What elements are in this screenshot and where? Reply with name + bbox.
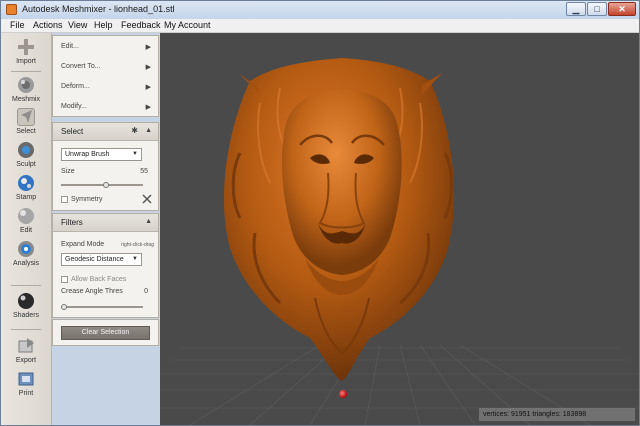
close-button[interactable]: ✕ [608,2,636,16]
action-deform[interactable]: Deform... [61,83,90,90]
shaders-sphere-icon [18,293,34,309]
chevron-down-icon: ▼ [132,151,138,157]
minimize-icon: ▁ [572,3,580,14]
edit-sphere-icon [18,208,34,224]
expand-mode-hint: right-click-drag [121,242,154,248]
clear-selection-button[interactable]: Clear Selection [61,326,150,340]
chevron-right-icon: ▶ [145,84,151,91]
menu-view[interactable]: View [68,20,87,30]
clear-selection-panel: Clear Selection [52,319,159,346]
lion-head-model[interactable] [223,58,455,381]
tool-edit[interactable]: Edit [1,205,51,239]
size-slider-knob[interactable] [102,182,109,188]
tool-import-label: Import [16,58,36,65]
size-value: 55 [140,168,148,175]
3d-viewport[interactable] [160,33,639,425]
brush-dropdown[interactable]: Unwrap Brush ▼ [61,148,142,161]
export-icon [18,338,34,353]
chevron-down-icon: ▼ [132,256,138,262]
plus-icon [18,39,34,55]
brush-dropdown-value: Unwrap Brush [65,151,110,158]
analysis-icon [18,241,34,257]
tool-shaders-label: Shaders [12,312,40,319]
meshmixer-window: Autodesk Meshmixer - lionhead_01.stl ▁ □… [0,0,640,426]
expand-mode-dropdown[interactable]: Geodesic Distance ▼ [61,253,142,266]
size-label: Size [61,168,75,175]
filters-panel: Filters ▲ Expand Mode right-click-drag G… [52,213,159,318]
expand-mode-label: Expand Mode [61,241,105,248]
window-controls: ▁ □ ✕ [566,2,636,16]
symmetry-tool-icon[interactable] [142,194,152,204]
menu-bar: File Actions View Help Feedback My Accou… [1,19,639,33]
menu-help[interactable]: Help [94,20,113,30]
action-edit[interactable]: Edit... [61,43,79,50]
menu-actions[interactable]: Actions [33,20,63,30]
actions-panel: Edit... ▶ Convert To... ▶ Deform... ▶ Mo… [52,35,159,117]
meshmixer-app-icon [6,4,17,15]
crease-angle-label: Crease Angle Thres [61,288,123,295]
tool-edit-label: Edit [19,227,33,234]
tool-export[interactable]: Export [1,335,51,369]
action-convert-to[interactable]: Convert To... [61,63,101,70]
collapse-up-icon[interactable]: ▲ [145,218,152,225]
origin-marker [339,390,347,398]
tool-stamp-label: Stamp [15,194,37,201]
tool-meshmix[interactable]: Meshmix [1,74,51,108]
mesh-statistics: vertices: 91951 triangles: 183898 [479,408,635,421]
window-title: Autodesk Meshmixer - lionhead_01.stl [22,4,175,14]
minimize-button[interactable]: ▁ [566,2,586,16]
tool-sculpt[interactable]: Sculpt [1,139,51,173]
gear-icon[interactable]: ✱ [131,126,138,135]
menu-my-account[interactable]: My Account [164,20,211,30]
tool-sidebar: Import Meshmix Select Sculpt Stamp Edit … [1,33,52,425]
chevron-right-icon: ▶ [145,64,151,71]
select-arrow-icon [17,108,35,126]
tool-analysis[interactable]: Analysis [1,238,51,272]
title-bar: Autodesk Meshmixer - lionhead_01.stl ▁ □… [1,1,639,19]
toolbar-divider [11,71,41,72]
tool-select-label: Select [16,128,36,135]
crease-angle-value: 0 [144,288,148,295]
meshmix-sphere-icon [18,77,34,93]
collapse-up-icon[interactable]: ▲ [145,127,152,134]
tool-print[interactable]: Print [1,368,51,402]
expand-mode-value: Geodesic Distance [65,256,124,263]
allow-back-faces-label: Allow Back Faces [71,276,127,283]
toolbar-divider [11,329,41,330]
scene-canvas [160,58,639,425]
symmetry-label: Symmetry [71,196,103,203]
sculpt-brush-icon [18,142,34,158]
print-icon [18,372,34,386]
tool-analysis-label: Analysis [12,260,40,267]
menu-file[interactable]: File [10,20,25,30]
crease-slider-track[interactable] [61,306,143,308]
select-panel-header: Select ✱ ▲ [53,123,158,141]
close-icon: ✕ [618,3,626,14]
maximize-button[interactable]: □ [587,2,607,16]
tool-meshmix-label: Meshmix [11,96,40,103]
chevron-right-icon: ▶ [145,44,151,51]
crease-slider-knob[interactable] [61,304,67,310]
select-panel: Select ✱ ▲ Unwrap Brush ▼ Size 55 Symmet… [52,122,159,211]
tool-shaders[interactable]: Shaders [1,290,51,324]
allow-back-faces-checkbox[interactable] [61,276,68,283]
toolbar-divider [11,285,41,286]
tool-sculpt-label: Sculpt [16,161,36,168]
maximize-icon: □ [594,3,600,14]
tool-print-label: Print [18,390,34,397]
tool-stamp[interactable]: Stamp [1,172,51,206]
symmetry-checkbox[interactable] [61,196,68,203]
filters-panel-header: Filters ▲ [53,214,158,232]
stamp-icon [18,175,34,191]
select-panel-title: Select [61,127,84,136]
tool-import[interactable]: Import [1,36,51,70]
filters-panel-title: Filters [61,218,83,227]
menu-feedback[interactable]: Feedback [121,20,161,30]
action-modify[interactable]: Modify... [61,103,87,110]
chevron-right-icon: ▶ [145,104,151,111]
tool-export-label: Export [15,357,37,364]
tool-select[interactable]: Select [1,106,51,140]
